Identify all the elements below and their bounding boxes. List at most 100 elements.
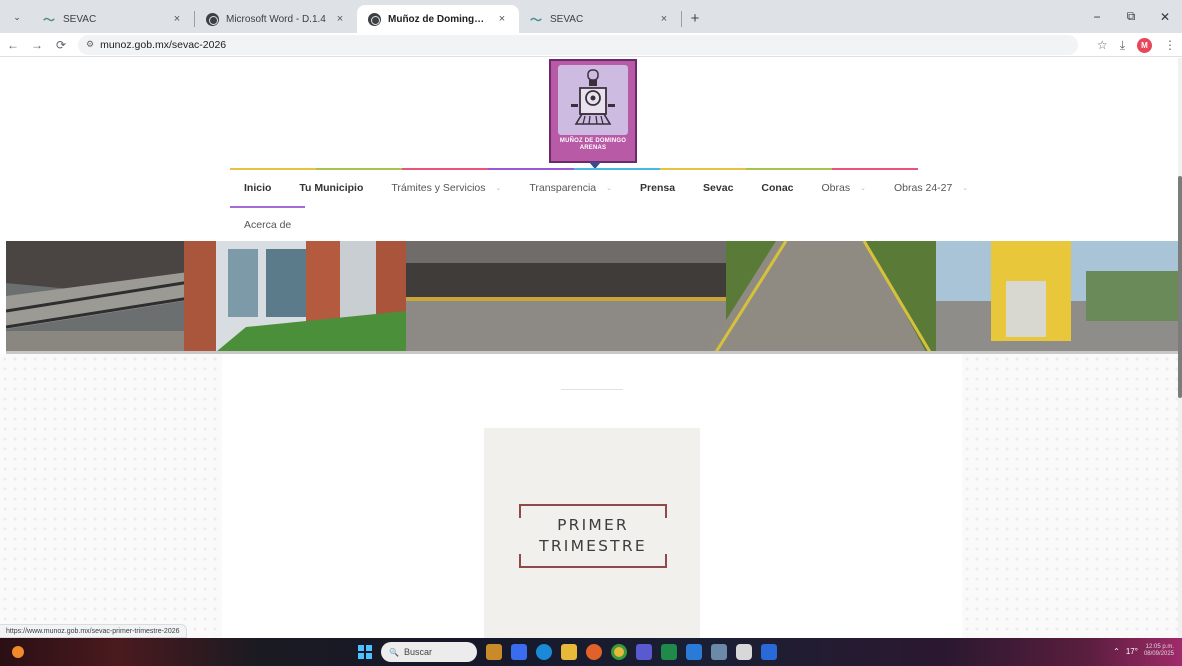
nav-item-label: Obras 24-27 <box>893 182 953 194</box>
chrome-active-icon[interactable] <box>736 644 752 660</box>
card-title-line1: PRIMER <box>557 516 629 534</box>
card-frame: PRIMER TRIMESTRE <box>519 504 667 568</box>
nav-item-label: Obras <box>821 182 851 194</box>
main-navigation: Inicio Tu Municipio Trámites y Servicios ⌄ T… <box>230 168 968 242</box>
clock-time: 12:05 p.m. <box>1145 644 1174 650</box>
site-info-icon[interactable]: ⚙ <box>86 39 94 50</box>
nav-item[interactable]: Tu Municipio <box>285 170 377 206</box>
close-tab-icon[interactable]: × <box>657 13 671 25</box>
nav-item[interactable]: Trámites y Servicios ⌄ <box>377 170 515 206</box>
people-icon[interactable] <box>686 644 702 660</box>
tab-separator <box>681 11 682 27</box>
task-view-icon[interactable] <box>511 644 527 660</box>
files-icon[interactable] <box>561 644 577 660</box>
locomotive-icon <box>558 65 628 135</box>
toolbar-actions: ☆ ⤓ M ⋮ <box>1097 33 1176 57</box>
taskbar-center: 🔍 Buscar <box>358 641 777 663</box>
nav-item[interactable]: Obras ⌄ <box>808 170 880 206</box>
back-icon[interactable]: ← <box>2 34 24 56</box>
nav-item[interactable]: Conac <box>747 170 807 206</box>
sevac-icon: 〜 <box>529 12 542 27</box>
mail-icon[interactable] <box>761 644 777 660</box>
nav-item-label: Inicio <box>244 182 272 194</box>
system-tray: ⌃ 17° 12:05 p.m. 08/09/2025 <box>1113 644 1174 658</box>
nav-row: Inicio Tu Municipio Trámites y Servicios ⌄ T… <box>230 170 968 206</box>
nav-item-label: Acerca de <box>244 219 292 231</box>
browser-tab[interactable]: Microsoft Word - D.1.4 × <box>195 5 357 33</box>
chrome-icon[interactable] <box>611 644 627 660</box>
close-window-icon[interactable]: ✕ <box>1148 0 1182 33</box>
clock[interactable]: 12:05 p.m. 08/09/2025 <box>1144 644 1174 658</box>
close-tab-icon[interactable]: × <box>333 13 347 25</box>
nav-row-secondary: Acerca de <box>230 206 918 242</box>
card-title-line2: TRIMESTRE <box>539 537 647 555</box>
download-icon[interactable]: ⤓ <box>1120 38 1125 53</box>
edge-icon[interactable] <box>536 644 552 660</box>
hero-image <box>6 241 1178 352</box>
nav-item-label: Tu Municipio <box>299 182 364 194</box>
close-tab-icon[interactable]: × <box>495 13 509 25</box>
section-divider <box>561 389 623 390</box>
firefox-icon[interactable] <box>586 644 602 660</box>
teams-icon[interactable] <box>636 644 652 660</box>
nav-item[interactable]: Inicio <box>230 170 285 206</box>
primer-trimestre-card[interactable]: PRIMER TRIMESTRE <box>484 428 700 638</box>
tab-title: Microsoft Word - D.1.4 <box>226 13 326 25</box>
tab-title: SEVAC <box>63 13 97 25</box>
address-bar[interactable]: ⚙ munoz.gob.mx/sevac-2026 <box>78 34 1078 55</box>
temperature[interactable]: 17° <box>1126 647 1138 656</box>
page-scrollbar[interactable] <box>1178 58 1182 638</box>
logo-text: MUÑOZ DE DOMINGO ARENAS <box>559 138 627 151</box>
nav-item-label: Prensa <box>640 182 676 194</box>
sevac-icon: 〜 <box>42 12 55 27</box>
nav-item-label: Transparencia <box>529 182 597 194</box>
chevron-down-icon: ⌄ <box>606 185 613 192</box>
chevron-down-icon: ⌄ <box>495 185 502 192</box>
close-tab-icon[interactable]: × <box>170 13 184 25</box>
taskbar-search[interactable]: 🔍 Buscar <box>381 642 477 662</box>
tray-chevron-icon[interactable]: ⌃ <box>1113 647 1120 656</box>
reload-icon[interactable]: ⟳ <box>50 34 72 56</box>
municipality-logo[interactable]: MUÑOZ DE DOMINGO ARENAS <box>549 59 637 169</box>
search-placeholder: Buscar <box>403 647 432 657</box>
new-tab-button[interactable]: + <box>684 7 706 29</box>
globe-icon <box>205 12 219 26</box>
scrollbar-thumb[interactable] <box>1178 176 1182 398</box>
restore-icon[interactable]: ⧉ <box>1114 0 1148 33</box>
profile-avatar[interactable]: M <box>1137 37 1152 53</box>
notepad-icon[interactable] <box>711 644 727 660</box>
nav-item-label: Conac <box>761 182 794 194</box>
browser-tab-active[interactable]: Muñoz de Domingo Arenas × <box>357 5 519 33</box>
browser-tabstrip: ⌄ 〜 SEVAC × Microsoft Word - D.1.4 × Muñ… <box>0 0 1182 33</box>
windows-start-icon[interactable] <box>358 645 372 659</box>
nav-item-label: Trámites y Servicios <box>391 182 486 194</box>
page-viewport: MUÑOZ DE DOMINGO ARENAS Inicio Tu Municip… <box>0 58 1178 638</box>
browser-tab[interactable]: 〜 SEVAC × <box>519 5 681 33</box>
chevron-down-icon: ⌄ <box>962 185 969 192</box>
status-bar-url: https://www.munoz.gob.mx/sevac-primer-tr… <box>0 624 187 638</box>
nav-item[interactable]: Sevac <box>689 170 747 206</box>
browser-tab[interactable]: 〜 SEVAC × <box>32 5 194 33</box>
globe-icon <box>367 12 381 26</box>
nav-item-label: Sevac <box>703 182 734 194</box>
search-icon: 🔍 <box>389 647 399 657</box>
nav-item[interactable]: Acerca de <box>230 206 306 242</box>
tab-title: Muñoz de Domingo Arenas <box>388 13 488 25</box>
minimize-icon[interactable]: − <box>1080 0 1114 33</box>
tab-search-icon[interactable]: ⌄ <box>6 6 28 28</box>
background-pattern-right <box>962 354 1178 638</box>
url-text: munoz.gob.mx/sevac-2026 <box>100 38 227 51</box>
forward-icon[interactable]: → <box>26 34 48 56</box>
browser-toolbar: ← → ⟳ ⚙ munoz.gob.mx/sevac-2026 ☆ ⤓ M ⋮ <box>0 33 1182 57</box>
nav-item[interactable]: Prensa <box>626 170 689 206</box>
hero-photo-collage <box>6 241 1178 352</box>
card-title: PRIMER TRIMESTRE <box>519 515 667 557</box>
bookmark-star-icon[interactable]: ☆ <box>1097 38 1108 52</box>
excel-icon[interactable] <box>661 644 677 660</box>
windows-taskbar: 🔍 Buscar ⌃ 17° 12:05 p.m. 08/09/2025 <box>0 638 1182 666</box>
weather-widget-icon[interactable] <box>12 646 24 658</box>
nav-item[interactable]: Transparencia ⌄ <box>515 170 626 206</box>
browser-menu-icon[interactable]: ⋮ <box>1164 38 1176 52</box>
widgets-icon[interactable] <box>486 644 502 660</box>
nav-item[interactable]: Obras 24-27 ⌄ <box>880 170 982 206</box>
